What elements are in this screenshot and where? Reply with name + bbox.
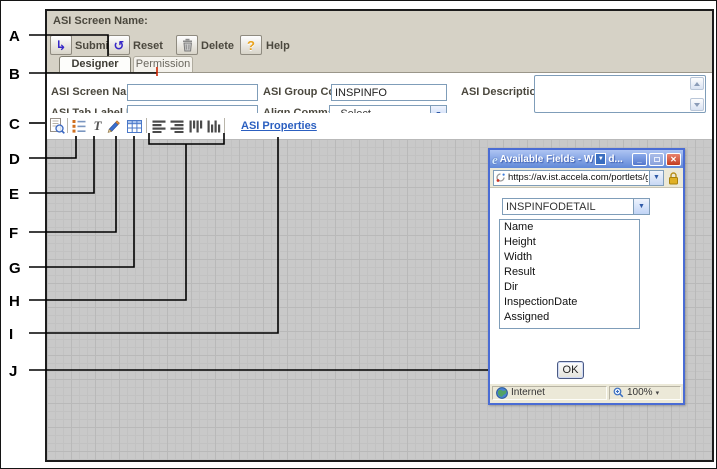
align-right-icon[interactable] bbox=[168, 118, 185, 134]
callout-letter-a: A bbox=[9, 28, 31, 45]
address-bar: ▼ bbox=[490, 168, 683, 188]
align-top-icon[interactable] bbox=[187, 118, 204, 134]
delete-label: Delete bbox=[201, 40, 234, 52]
zoom-level: 100% bbox=[627, 387, 653, 398]
description-label: ASI Description bbox=[461, 86, 543, 98]
reset-button[interactable]: ↺ bbox=[108, 35, 130, 55]
callout-letter-d: D bbox=[9, 151, 31, 168]
field-item[interactable]: Name bbox=[500, 220, 639, 235]
callout-letter-f: F bbox=[9, 225, 31, 242]
callout-letter-g: G bbox=[9, 260, 31, 277]
zoom-cell: 100% ▾ bbox=[609, 386, 681, 400]
text-label-icon[interactable]: T bbox=[89, 118, 106, 134]
callout-letter-h: H bbox=[9, 293, 31, 310]
scroll-up-arrow[interactable] bbox=[690, 77, 704, 90]
title-dropdown-icon: ▼ bbox=[595, 153, 606, 165]
t-glyph: T bbox=[94, 118, 102, 134]
favicon bbox=[495, 172, 506, 183]
toolbar-separator bbox=[146, 118, 147, 133]
callout-letter-c: C bbox=[9, 116, 31, 133]
popup-title-bar: e Available Fields - W ▼ d... _ ✕ bbox=[490, 150, 683, 168]
group-code-input[interactable] bbox=[331, 84, 447, 101]
zone-label: Internet bbox=[511, 387, 545, 398]
align-left-icon[interactable] bbox=[150, 118, 167, 134]
url-dropdown-icon[interactable]: ▼ bbox=[649, 171, 663, 185]
close-button[interactable]: ✕ bbox=[666, 153, 681, 166]
scroll-down-arrow[interactable] bbox=[690, 98, 704, 111]
field-group-value: INSPINFODETAIL bbox=[503, 199, 633, 214]
minimize-button[interactable]: _ bbox=[632, 153, 647, 166]
chevron-down-icon: ▼ bbox=[633, 199, 649, 214]
trash-icon bbox=[181, 38, 194, 52]
help-label: Help bbox=[266, 40, 290, 52]
submit-label: Submit bbox=[75, 40, 112, 52]
callout-letter-j: J bbox=[9, 363, 31, 380]
help-question-icon: ? bbox=[247, 38, 255, 53]
zoom-magnifier-icon bbox=[613, 387, 624, 398]
toolbar-separator bbox=[224, 118, 225, 133]
submit-arrow-icon: ↳ bbox=[56, 39, 67, 52]
security-zone-cell: Internet bbox=[492, 386, 607, 400]
callout-letter-b: B bbox=[9, 66, 31, 83]
asi-form: ASI Screen Name* ASI Group Code ASI Tab … bbox=[47, 72, 712, 113]
popup-title-text: Available Fields - W bbox=[500, 154, 594, 165]
ie-logo-icon: e bbox=[492, 153, 498, 166]
align-bottom-icon[interactable] bbox=[205, 118, 222, 134]
zoom-caret-icon[interactable]: ▾ bbox=[656, 389, 660, 397]
popup-title-text-suffix: d... bbox=[608, 154, 622, 165]
field-group-select[interactable]: INSPINFODETAIL ▼ bbox=[502, 198, 650, 215]
tab-designer[interactable]: Designer bbox=[59, 56, 131, 72]
help-button[interactable]: ? bbox=[240, 35, 262, 55]
url-box: ▼ bbox=[493, 170, 664, 186]
toolbar-separator bbox=[67, 118, 68, 133]
delete-button[interactable] bbox=[176, 35, 198, 55]
numbered-list-icon[interactable] bbox=[70, 118, 87, 134]
reset-label: Reset bbox=[133, 40, 163, 52]
callout-letter-i: I bbox=[9, 326, 31, 343]
window-title: ASI Screen Name: bbox=[53, 15, 148, 27]
field-item[interactable]: Dir bbox=[500, 280, 639, 295]
field-item[interactable]: InspectionDate bbox=[500, 295, 639, 310]
popup-status-bar: Internet 100% ▾ bbox=[490, 383, 683, 401]
screenshot-root: A B C D E F G H I J ASI Screen Name: ↳ S… bbox=[0, 0, 717, 469]
field-listbox[interactable]: Name Height Width Result Dir InspectionD… bbox=[499, 219, 640, 329]
field-item[interactable]: Width bbox=[500, 250, 639, 265]
tab-designer-label: Designer bbox=[71, 58, 118, 70]
ok-button[interactable]: OK bbox=[557, 361, 584, 379]
asi-properties-link[interactable]: ASI Properties bbox=[241, 120, 317, 132]
screen-name-input[interactable] bbox=[127, 84, 258, 101]
padlock-icon bbox=[667, 171, 680, 185]
description-textarea[interactable] bbox=[534, 75, 706, 113]
popup-content: INSPINFODETAIL ▼ Name Height Width Resul… bbox=[490, 188, 683, 383]
reset-undo-icon: ↺ bbox=[114, 39, 125, 52]
maximize-button[interactable] bbox=[649, 153, 664, 166]
submit-button[interactable]: ↳ bbox=[50, 35, 72, 55]
table-icon[interactable] bbox=[126, 118, 143, 134]
available-fields-popup: e Available Fields - W ▼ d... _ ✕ ▼ INSP… bbox=[488, 148, 685, 405]
edit-pencil-icon[interactable] bbox=[105, 118, 122, 134]
field-item[interactable]: Result bbox=[500, 265, 639, 280]
tab-permission-label: Permission bbox=[136, 58, 190, 70]
preview-icon[interactable] bbox=[48, 118, 65, 134]
url-input[interactable] bbox=[507, 172, 649, 183]
format-toolbar: T ASI Properties bbox=[47, 113, 712, 139]
tab-permission[interactable]: Permission bbox=[133, 56, 193, 72]
field-item[interactable]: Height bbox=[500, 235, 639, 250]
globe-icon bbox=[496, 387, 508, 399]
field-item[interactable]: Assigned bbox=[500, 310, 639, 325]
callout-letter-e: E bbox=[9, 186, 31, 203]
